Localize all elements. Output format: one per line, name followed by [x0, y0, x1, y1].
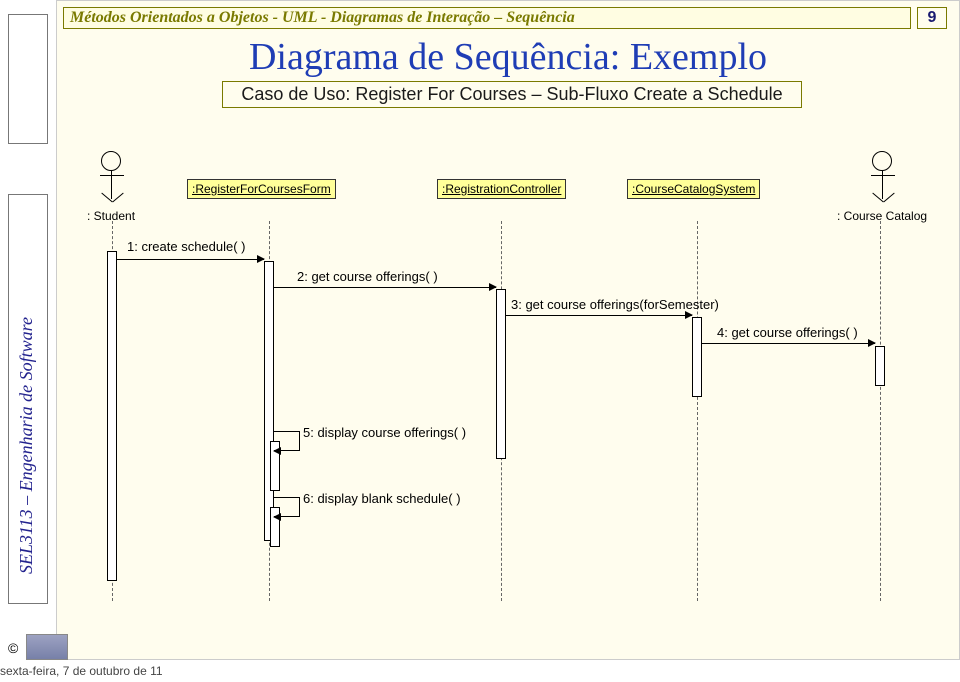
actor-catalog-label: : Course Catalog [837, 209, 927, 223]
activation-catalog [875, 346, 885, 386]
footer-date: sexta-feira, 7 de outubro de 11 [0, 664, 163, 678]
lifeline-catalog [880, 221, 881, 601]
message-2-line [274, 287, 496, 288]
logo-box [26, 634, 68, 660]
message-1-label: 1: create schedule( ) [127, 239, 246, 254]
message-6-label: 6: display blank schedule( ) [303, 491, 461, 506]
message-2-label: 2: get course offerings( ) [297, 269, 438, 284]
message-4-line [702, 343, 875, 344]
header-text: Métodos Orientados a Objetos - UML - Dia… [70, 9, 575, 27]
actor-student: : Student [87, 151, 135, 223]
message-3-line [506, 315, 692, 316]
slide: Métodos Orientados a Objetos - UML - Dia… [56, 0, 960, 660]
actor-body-icon [111, 171, 112, 199]
sidebar: SEL3113 – Engenharia de Software [0, 14, 52, 654]
activation-controller [496, 289, 506, 459]
subtitle-text: Caso de Uso: Register For Courses – Sub-… [241, 84, 782, 104]
message-5-label: 5: display course offerings( ) [303, 425, 466, 440]
slide-header: Métodos Orientados a Objetos - UML - Dia… [63, 7, 911, 29]
sequence-diagram: : Student : Course Catalog :RegisterForC… [57, 141, 959, 609]
object-registration-controller: :RegistrationController [437, 179, 566, 199]
object-register-form: :RegisterForCoursesForm [187, 179, 336, 199]
copyright-symbol: © [8, 640, 18, 656]
actor-head-icon [872, 151, 892, 171]
actor-head-icon [101, 151, 121, 171]
lifeline-system [697, 221, 698, 601]
actor-body-icon [882, 171, 883, 199]
sidebar-box-top [8, 14, 48, 144]
message-6-selfcall [274, 497, 300, 517]
activation-form [264, 261, 274, 541]
page-number: 9 [917, 7, 947, 29]
activation-system [692, 317, 702, 397]
object-course-catalog-system: :CourseCatalogSystem [627, 179, 760, 199]
message-4-label: 4: get course offerings( ) [717, 325, 858, 340]
activation-student [107, 251, 117, 581]
message-5-selfcall [274, 431, 300, 451]
message-3-label: 3: get course offerings(forSemester) [511, 297, 719, 312]
page-title: Diagrama de Sequência: Exemplo [57, 35, 959, 79]
subtitle-box: Caso de Uso: Register For Courses – Sub-… [222, 81, 802, 108]
message-1-line [117, 259, 264, 260]
sidebar-label: SEL3113 – Engenharia de Software [16, 317, 37, 574]
actor-course-catalog: : Course Catalog [837, 151, 927, 223]
